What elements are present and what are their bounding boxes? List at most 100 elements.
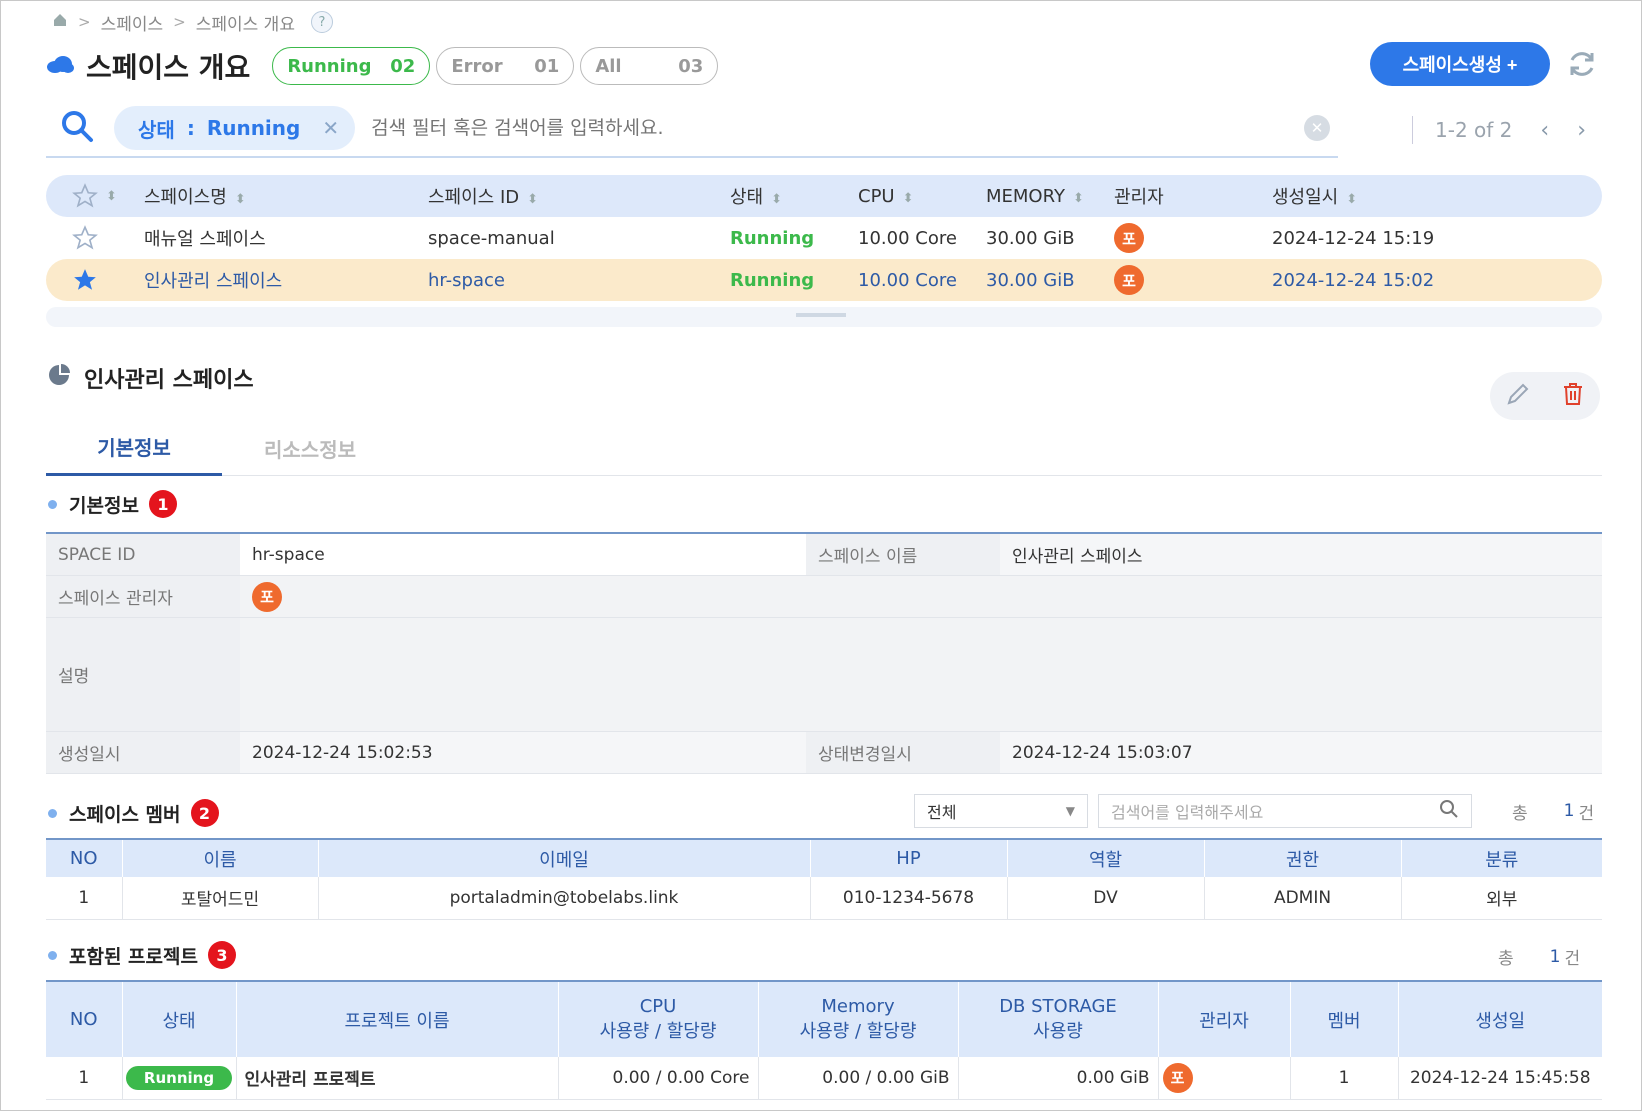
- avatar: 포: [1114, 223, 1144, 253]
- cell-created: 2024-12-24 15:19: [1272, 227, 1435, 249]
- count-value: 1: [1563, 801, 1575, 821]
- divider: [1412, 116, 1413, 144]
- cell: 외부: [1401, 877, 1602, 920]
- sort-icon[interactable]: ⬍: [1073, 191, 1084, 206]
- status-filter-error[interactable]: Error 01: [436, 47, 575, 85]
- info-row: SPACE ID hr-space 스페이스 이름 인사관리 스페이스: [46, 534, 1602, 576]
- section-title: 포함된 프로젝트: [69, 945, 198, 968]
- col-header: 이름: [122, 838, 319, 877]
- chevron-right-icon[interactable]: ›: [1577, 118, 1586, 143]
- step-badge: 2: [190, 799, 219, 827]
- header-id[interactable]: 스페이스 ID ⬍: [428, 183, 730, 209]
- cell-status: Running: [730, 269, 815, 291]
- chip-key: 상태: [138, 117, 175, 142]
- cell-manager: 포: [1158, 1057, 1291, 1100]
- pie-chart-icon: [48, 364, 70, 392]
- info-value: 2024-12-24 15:03:07: [1000, 732, 1602, 773]
- header-label: MEMORY: [986, 185, 1065, 207]
- status-filter-all[interactable]: All 03: [580, 47, 719, 85]
- caret-down-icon: ▼: [1065, 804, 1075, 818]
- count-unit: 건: [1578, 803, 1595, 824]
- header-status[interactable]: 상태 ⬍: [730, 183, 858, 209]
- breadcrumb-item[interactable]: 스페이스 개요: [196, 10, 295, 35]
- cell: portaladmin@tobelabs.link: [318, 877, 811, 920]
- sort-icon[interactable]: ⬍: [235, 192, 246, 207]
- filter-chip[interactable]: 상태 : Running ✕: [114, 106, 356, 150]
- search-input[interactable]: [371, 117, 1304, 139]
- header-memory[interactable]: MEMORY ⬍: [986, 186, 1114, 207]
- count-label: 총: [1498, 949, 1514, 969]
- header-created[interactable]: 생성일시 ⬍: [1272, 183, 1512, 209]
- table-row-selected[interactable]: 인사관리 스페이스 hr-space Running 10.00 Core 30…: [46, 259, 1602, 301]
- header-label: 스페이스명: [144, 187, 227, 208]
- header-cpu[interactable]: CPU ⬍: [858, 186, 986, 207]
- member-search-input[interactable]: 검색어를 입력해주세요: [1098, 794, 1472, 828]
- resize-handle[interactable]: [46, 307, 1602, 327]
- help-icon[interactable]: ?: [310, 11, 333, 33]
- step-badge: 1: [148, 490, 177, 518]
- col-header: 프로젝트 이름: [236, 980, 559, 1057]
- cell: DV: [1007, 877, 1205, 920]
- create-space-button[interactable]: 스페이스생성 +: [1370, 42, 1550, 86]
- info-label: 설명: [46, 618, 240, 731]
- star-toggle[interactable]: [46, 225, 126, 251]
- table-row[interactable]: 매뉴얼 스페이스 space-manual Running 10.00 Core…: [46, 217, 1602, 259]
- sort-icon[interactable]: ⬍: [771, 192, 782, 207]
- header-line: 사용량: [1033, 1021, 1083, 1042]
- chip-value: Running: [206, 116, 301, 140]
- status-filter-running[interactable]: Running 02: [272, 47, 431, 85]
- bullet-icon: [48, 808, 57, 818]
- table-row[interactable]: 1 포탈어드민 portaladmin@tobelabs.link 010-12…: [46, 877, 1602, 920]
- tab-resource-info[interactable]: 리소스정보: [222, 420, 398, 476]
- info-label: SPACE ID: [46, 534, 240, 575]
- sort-icon[interactable]: ⬍: [106, 189, 117, 204]
- header-line: 사용량 / 할당량: [799, 1021, 917, 1042]
- header-name[interactable]: 스페이스명 ⬍: [126, 183, 428, 209]
- tab-basic-info[interactable]: 기본정보: [46, 420, 222, 476]
- star-toggle[interactable]: [46, 267, 126, 293]
- col-header: 분류: [1401, 838, 1602, 877]
- info-value: 포: [240, 576, 1602, 617]
- home-icon[interactable]: [52, 12, 68, 33]
- sort-icon[interactable]: ⬍: [903, 191, 914, 206]
- section-title: 기본정보: [69, 494, 139, 517]
- search-icon[interactable]: [1439, 799, 1459, 823]
- header-line: DB STORAGE: [999, 996, 1117, 1017]
- header-label: 관리자: [1114, 187, 1164, 208]
- bullet-icon: [48, 499, 57, 509]
- breadcrumb-item[interactable]: 스페이스: [101, 10, 164, 35]
- cell-id: hr-space: [428, 269, 505, 291]
- col-header: NO: [46, 838, 123, 877]
- chevron-left-icon[interactable]: ‹: [1540, 118, 1549, 143]
- member-filter-select[interactable]: 전체 ▼: [914, 794, 1088, 828]
- cell-project-name[interactable]: 인사관리 프로젝트: [236, 1057, 559, 1100]
- info-value: [240, 618, 1602, 731]
- header-line: Memory: [821, 996, 895, 1017]
- chip-separator: :: [186, 116, 195, 140]
- title-row: 스페이스 개요 Running 02 Error 01 All 03: [46, 44, 724, 88]
- sort-icon[interactable]: ⬍: [527, 192, 538, 207]
- trash-icon[interactable]: [1560, 381, 1586, 411]
- cell: ADMIN: [1204, 877, 1402, 920]
- grip-icon: [796, 313, 846, 317]
- refresh-icon[interactable]: [1566, 48, 1600, 82]
- basic-info-table: SPACE ID hr-space 스페이스 이름 인사관리 스페이스 스페이스…: [46, 532, 1602, 774]
- cell-id: space-manual: [428, 227, 555, 249]
- edit-icon[interactable]: [1505, 381, 1531, 411]
- clear-search-icon[interactable]: ✕: [1304, 115, 1330, 141]
- sort-icon[interactable]: ⬍: [1346, 192, 1357, 207]
- pager-range: 1-2 of 2: [1435, 118, 1513, 142]
- info-row: 스페이스 관리자 포: [46, 576, 1602, 618]
- chip-close-icon[interactable]: ✕: [322, 116, 339, 140]
- cell-created: 2024-12-24 15:02: [1272, 269, 1435, 291]
- table-row[interactable]: 1 Running 인사관리 프로젝트 0.00 / 0.00 Core 0.0…: [46, 1057, 1602, 1100]
- header-star-col[interactable]: ⬍: [46, 183, 126, 209]
- info-label: 상태변경일시: [806, 732, 1000, 773]
- pill-count: 02: [390, 55, 416, 77]
- status-badge: Running: [125, 1065, 233, 1090]
- header-label: 스페이스 ID: [428, 187, 520, 208]
- cell: 0.00 GiB: [958, 1057, 1159, 1100]
- search-icon[interactable]: [60, 109, 100, 147]
- breadcrumb-separator: >: [173, 13, 186, 31]
- pill-count: 01: [534, 55, 560, 77]
